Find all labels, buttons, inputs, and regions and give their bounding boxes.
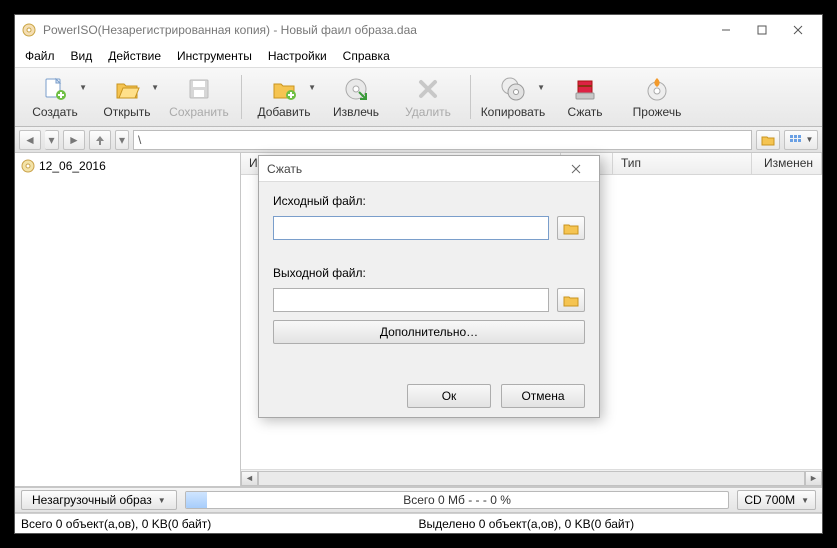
menubar: Файл Вид Действие Инструменты Настройки …: [15, 45, 822, 67]
add-icon: [270, 75, 298, 103]
output-browse-button[interactable]: [557, 288, 585, 312]
pathbar: ◄ ▾ ► ▾ ▼: [15, 127, 822, 153]
column-type[interactable]: Тип: [613, 153, 752, 174]
maximize-button[interactable]: [744, 18, 780, 42]
extract-icon: [342, 75, 370, 103]
compress-dialog: Сжать Исходный файл: Выходной файл: Допо…: [258, 155, 600, 418]
nav-history[interactable]: ▾: [115, 130, 129, 150]
toolbar-copy[interactable]: Копировать ▼: [477, 69, 549, 125]
toolbar-burn[interactable]: Прожечь: [621, 69, 693, 125]
nav-forward[interactable]: ►: [63, 130, 85, 150]
menu-action[interactable]: Действие: [108, 49, 161, 63]
tree-root-item[interactable]: 12_06_2016: [21, 157, 234, 175]
menu-settings[interactable]: Настройки: [268, 49, 327, 63]
view-folder-button[interactable]: [756, 130, 780, 150]
menu-file[interactable]: Файл: [25, 49, 55, 63]
toolbar-save-label: Сохранить: [169, 105, 229, 119]
column-modified[interactable]: Изменен: [752, 153, 822, 174]
usage-bar: Всего 0 Мб - - - 0 %: [185, 491, 730, 509]
horizontal-scrollbar[interactable]: ◄ ►: [241, 469, 822, 486]
toolbar-delete-label: Удалить: [405, 105, 451, 119]
dialog-buttons: Ок Отмена: [259, 375, 599, 417]
open-icon: [113, 75, 141, 103]
create-icon: [41, 75, 69, 103]
caret-icon: ▼: [308, 83, 316, 92]
toolbar-extract[interactable]: Извлечь: [320, 69, 392, 125]
nav-up[interactable]: [89, 130, 111, 150]
view-mode-button[interactable]: ▼: [784, 130, 818, 150]
app-window: PowerISO(Незарегистрированная копия) - Н…: [14, 14, 823, 534]
source-file-label: Исходный файл:: [273, 194, 585, 208]
minimize-button[interactable]: [708, 18, 744, 42]
menu-view[interactable]: Вид: [71, 49, 93, 63]
close-button[interactable]: [780, 18, 816, 42]
window-title: PowerISO(Незарегистрированная копия) - Н…: [43, 23, 708, 37]
compress-icon: [571, 75, 599, 103]
status-bar-info: Всего 0 объект(а,ов), 0 KB(0 байт) Выдел…: [15, 513, 822, 533]
ok-button[interactable]: Ок: [407, 384, 491, 408]
caret-icon: ▼: [151, 83, 159, 92]
nav-back-dropdown[interactable]: ▾: [45, 130, 59, 150]
output-file-input[interactable]: [273, 288, 549, 312]
toolbar-save[interactable]: Сохранить: [163, 69, 235, 125]
caret-icon: ▼: [801, 496, 809, 505]
save-icon: [185, 75, 213, 103]
status-bar-usage: Незагрузочный образ ▼ Всего 0 Мб - - - 0 …: [15, 487, 822, 513]
window-controls: [708, 18, 816, 42]
caret-icon: ▼: [537, 83, 545, 92]
scroll-track[interactable]: [258, 471, 805, 486]
scroll-left[interactable]: ◄: [241, 471, 258, 486]
advanced-button-label: Дополнительно…: [380, 325, 478, 339]
caret-icon: ▼: [79, 83, 87, 92]
toolbar-compress[interactable]: Сжать: [549, 69, 621, 125]
ok-button-label: Ок: [442, 389, 457, 403]
toolbar-create[interactable]: Создать ▼: [19, 69, 91, 125]
output-file-label: Выходной файл:: [273, 266, 585, 280]
nav-back[interactable]: ◄: [19, 130, 41, 150]
source-file-input[interactable]: [273, 216, 549, 240]
app-icon: [21, 22, 37, 38]
disc-size-label: CD 700M: [744, 493, 795, 507]
path-input[interactable]: [133, 130, 752, 150]
scroll-right[interactable]: ►: [805, 471, 822, 486]
toolbar-extract-label: Извлечь: [333, 105, 379, 119]
copy-icon: [499, 75, 527, 103]
dialog-close-button[interactable]: [561, 159, 591, 179]
toolbar-separator: [241, 75, 242, 119]
dialog-title: Сжать: [267, 162, 302, 176]
delete-icon: [414, 75, 442, 103]
toolbar-add-label: Добавить: [257, 105, 310, 119]
toolbar-separator: [470, 75, 471, 119]
boot-status-button[interactable]: Незагрузочный образ ▼: [21, 490, 177, 510]
cancel-button[interactable]: Отмена: [501, 384, 585, 408]
dialog-titlebar: Сжать: [259, 156, 599, 182]
menu-help[interactable]: Справка: [343, 49, 390, 63]
status-selected: Выделено 0 объект(а,ов), 0 KB(0 байт): [419, 517, 817, 531]
folder-tree[interactable]: 12_06_2016: [15, 153, 241, 486]
toolbar-delete[interactable]: Удалить: [392, 69, 464, 125]
caret-icon: ▼: [158, 496, 166, 505]
dialog-body: Исходный файл: Выходной файл: Дополнител…: [259, 182, 599, 375]
status-total: Всего 0 объект(а,ов), 0 KB(0 байт): [21, 517, 419, 531]
disc-size-select[interactable]: CD 700M ▼: [737, 490, 816, 510]
menu-tools[interactable]: Инструменты: [177, 49, 252, 63]
toolbar-compress-label: Сжать: [567, 105, 602, 119]
burn-icon: [643, 75, 671, 103]
toolbar-open-label: Открыть: [103, 105, 150, 119]
titlebar: PowerISO(Незарегистрированная копия) - Н…: [15, 15, 822, 45]
usage-label: Всего 0 Мб - - - 0 %: [403, 493, 511, 507]
advanced-button[interactable]: Дополнительно…: [273, 320, 585, 344]
boot-status-label: Незагрузочный образ: [32, 493, 152, 507]
cancel-button-label: Отмена: [521, 389, 564, 403]
source-browse-button[interactable]: [557, 216, 585, 240]
toolbar-create-label: Создать: [32, 105, 78, 119]
toolbar-open[interactable]: Открыть ▼: [91, 69, 163, 125]
toolbar-burn-label: Прожечь: [633, 105, 682, 119]
toolbar: Создать ▼ Открыть ▼ Сохранить Добавить ▼…: [15, 67, 822, 127]
tree-root-label: 12_06_2016: [39, 159, 106, 173]
disc-icon: [21, 159, 35, 173]
toolbar-copy-label: Копировать: [481, 105, 546, 119]
toolbar-add[interactable]: Добавить ▼: [248, 69, 320, 125]
